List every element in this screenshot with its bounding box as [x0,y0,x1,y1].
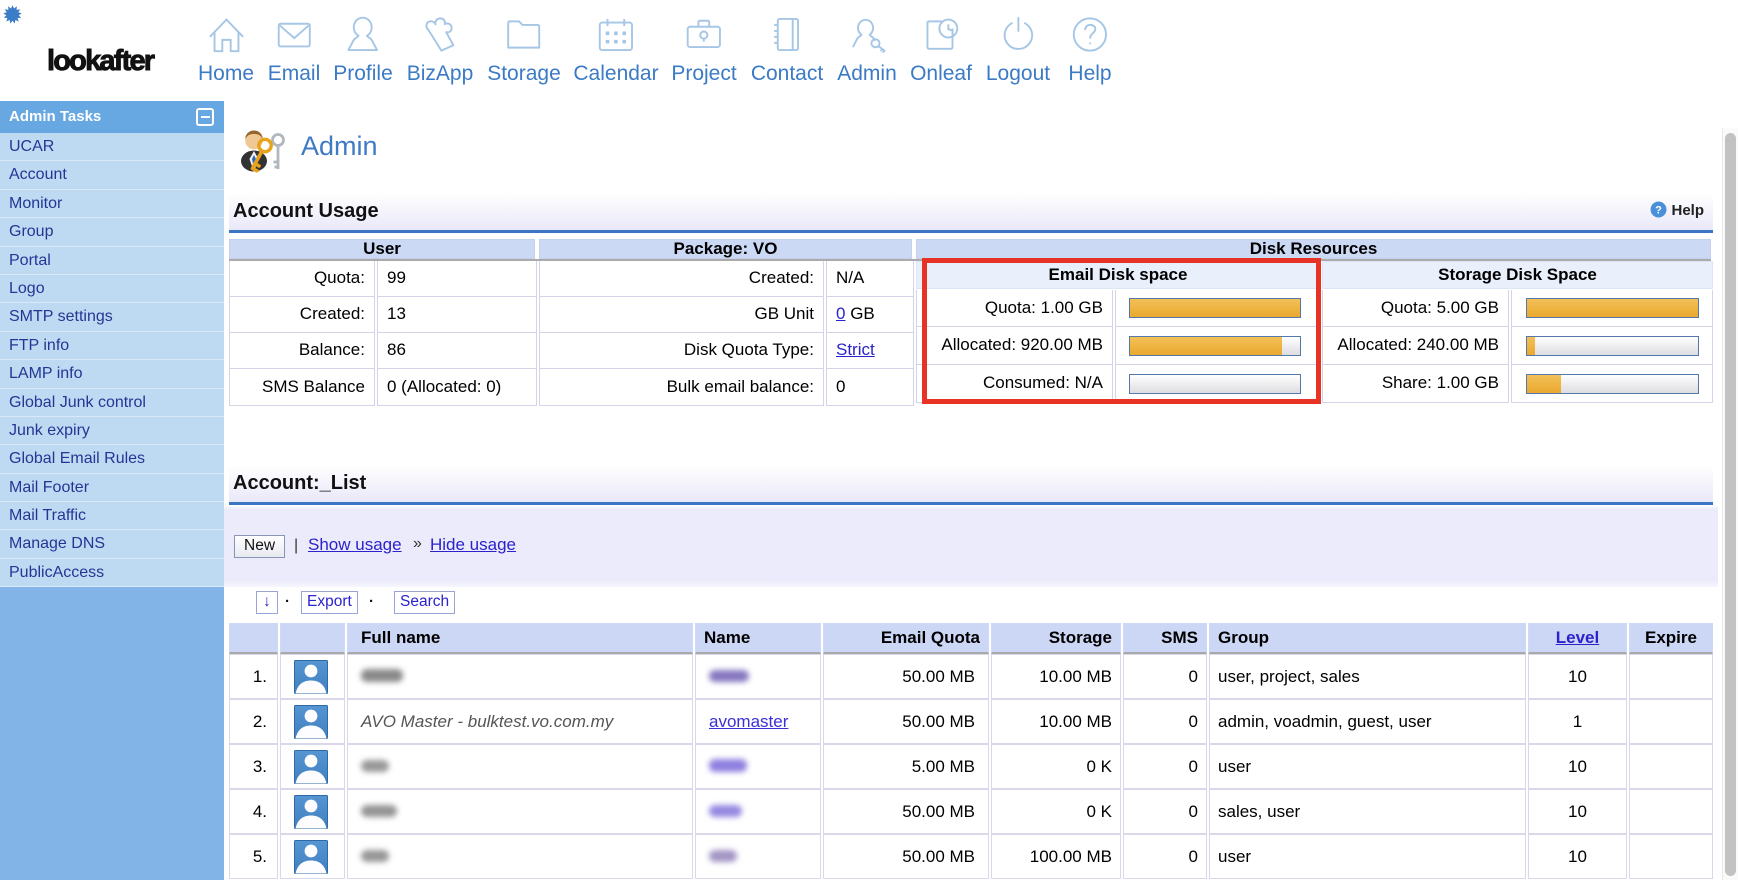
svg-text:?: ? [1655,205,1662,217]
